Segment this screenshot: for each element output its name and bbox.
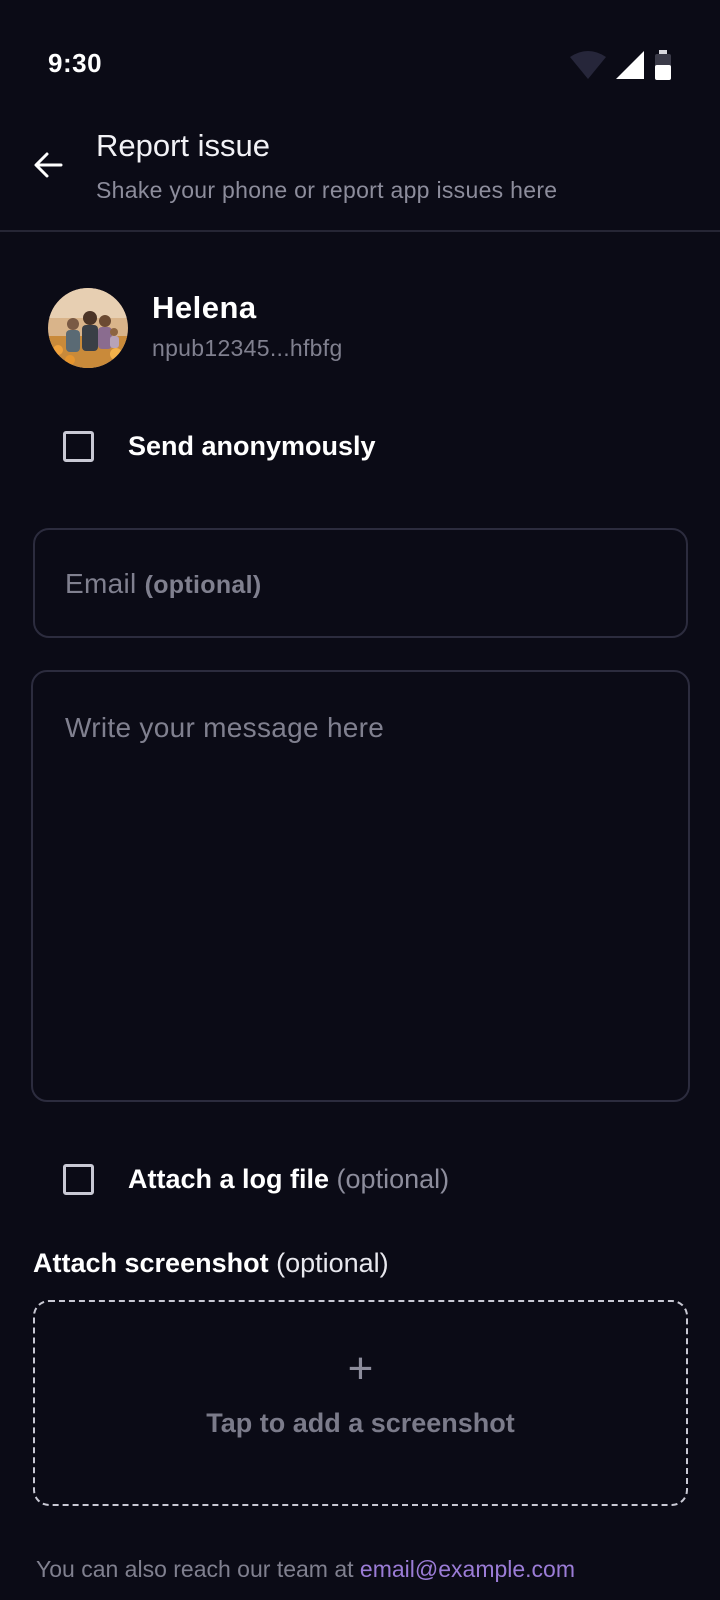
email-placeholder-text: Email (65, 568, 137, 599)
attach-log-checkbox[interactable] (63, 1164, 94, 1195)
arrow-left-icon (34, 152, 63, 178)
contact-text: You can also reach our team at (36, 1556, 354, 1582)
attach-log-optional: (optional) (336, 1164, 450, 1194)
user-npub: npub12345...hfbfg (152, 335, 343, 361)
contact-footer: You can also reach our team at email@exa… (36, 1556, 575, 1583)
status-time: 9:30 (48, 48, 103, 78)
email-optional-text: (optional) (144, 571, 262, 599)
battery-icon (655, 50, 671, 80)
add-screenshot-label: Tap to add a screenshot (206, 1408, 515, 1438)
attach-screenshot-text: Attach screenshot (33, 1248, 269, 1278)
add-screenshot-button[interactable]: + Tap to add a screenshot (33, 1300, 688, 1506)
status-icons (570, 50, 672, 80)
contact-email-link[interactable]: email@example.com (360, 1556, 575, 1582)
user-name: Helena (152, 290, 257, 325)
cell-signal-icon (616, 51, 644, 79)
send-anonymously-text: Send anonymously (128, 431, 376, 461)
page-subtitle: Shake your phone or report app issues he… (96, 177, 558, 203)
report-issue-screen: 9:30 Report issue Shake your phone or re… (0, 0, 720, 1600)
attach-log-text: Attach a log file (128, 1164, 330, 1194)
wifi-icon (570, 51, 606, 79)
attach-screenshot-optional: (optional) (276, 1248, 389, 1278)
avatar (48, 288, 128, 368)
send-anonymously-checkbox[interactable] (63, 431, 94, 462)
attach-log-label[interactable]: Attach a log file (optional) (128, 1164, 449, 1195)
message-placeholder: Write your message here (65, 712, 385, 743)
plus-icon: + (347, 1344, 374, 1393)
send-anonymously-label[interactable]: Send anonymously (128, 431, 376, 462)
header-divider (0, 230, 720, 232)
email-placeholder: Email (optional) (65, 568, 261, 600)
back-button[interactable] (30, 147, 66, 183)
message-field[interactable]: Write your message here (31, 670, 690, 1102)
email-field[interactable]: Email (optional) (33, 528, 688, 638)
avatar-photo (48, 288, 128, 368)
attach-screenshot-title: Attach screenshot (optional) (33, 1248, 389, 1279)
page-title: Report issue (96, 128, 271, 163)
